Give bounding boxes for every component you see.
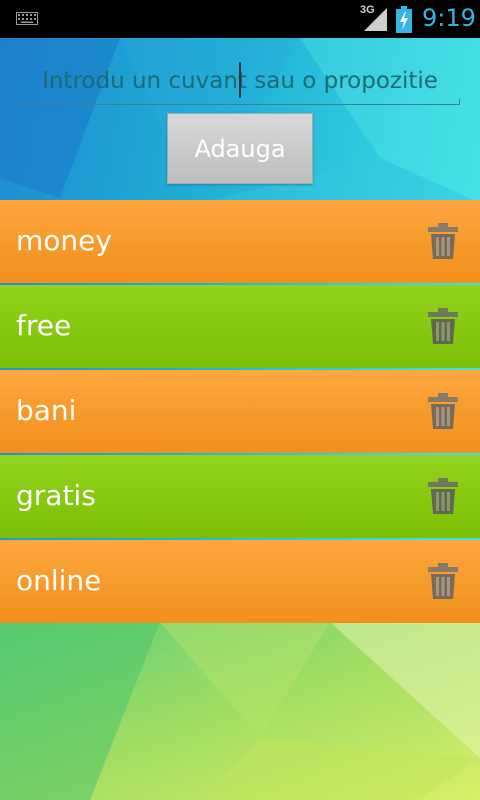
word-label: bani — [16, 394, 77, 427]
word-label: online — [16, 564, 102, 597]
add-button[interactable]: Adauga — [167, 113, 313, 184]
keyboard-icon — [16, 12, 38, 25]
word-label: free — [16, 309, 72, 342]
word-list: money free bani gratis online — [0, 200, 480, 625]
trash-icon[interactable] — [426, 392, 460, 430]
input-underline — [20, 99, 460, 105]
trash-icon[interactable] — [426, 562, 460, 600]
trash-icon[interactable] — [426, 222, 460, 260]
text-cursor — [239, 62, 241, 98]
word-label: gratis — [16, 479, 96, 512]
signal-icon — [364, 8, 387, 31]
status-clock: 9:19 — [422, 4, 476, 32]
list-item[interactable]: gratis — [0, 455, 480, 538]
list-item[interactable]: money — [0, 200, 480, 283]
status-bar: 3G 9:19 — [0, 0, 480, 38]
list-item[interactable]: bani — [0, 370, 480, 453]
battery-charging-icon — [396, 6, 412, 33]
list-item[interactable]: online — [0, 540, 480, 623]
word-label: money — [16, 224, 112, 257]
trash-icon[interactable] — [426, 477, 460, 515]
list-item[interactable]: free — [0, 285, 480, 368]
trash-icon[interactable] — [426, 307, 460, 345]
